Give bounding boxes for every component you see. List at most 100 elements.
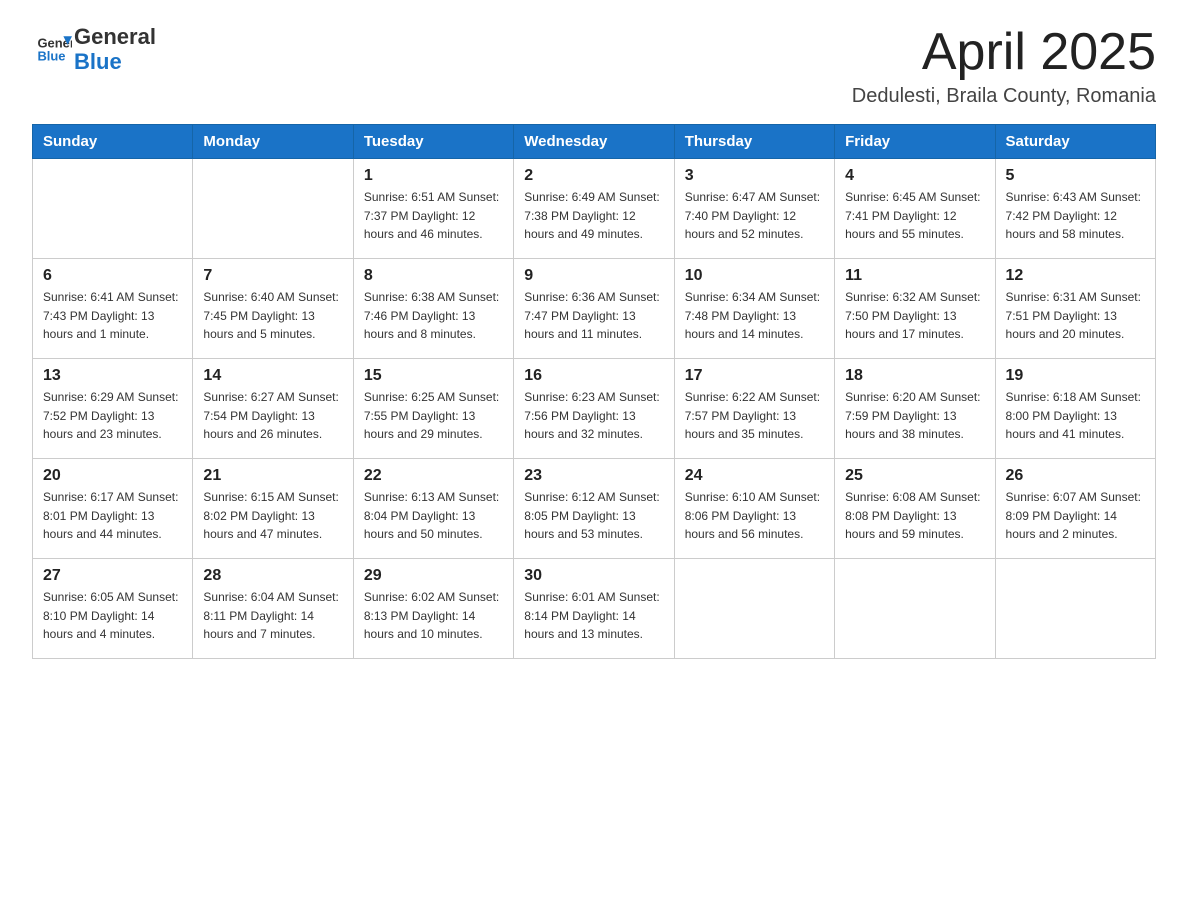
calendar-cell <box>33 159 193 259</box>
weekday-header-sunday: Sunday <box>33 125 193 159</box>
weekday-header-saturday: Saturday <box>995 125 1155 159</box>
day-info: Sunrise: 6:29 AM Sunset: 7:52 PM Dayligh… <box>43 388 182 444</box>
calendar-cell: 25 Sunrise: 6:08 AM Sunset: 8:08 PM Dayli… <box>835 459 995 559</box>
day-info: Sunrise: 6:13 AM Sunset: 8:04 PM Dayligh… <box>364 488 503 544</box>
day-number: 26 <box>1006 467 1145 485</box>
day-info: Sunrise: 6:32 AM Sunset: 7:50 PM Dayligh… <box>845 288 984 344</box>
location-subtitle: Dedulesti, Braila County, Romania <box>852 85 1156 108</box>
calendar-cell: 1 Sunrise: 6:51 AM Sunset: 7:37 PM Daylig… <box>353 159 513 259</box>
weekday-header-monday: Monday <box>193 125 353 159</box>
day-info: Sunrise: 6:04 AM Sunset: 8:11 PM Dayligh… <box>203 588 342 644</box>
day-info: Sunrise: 6:34 AM Sunset: 7:48 PM Dayligh… <box>685 288 824 344</box>
calendar-cell <box>674 559 834 659</box>
day-number: 9 <box>524 267 663 285</box>
calendar-cell: 19 Sunrise: 6:18 AM Sunset: 8:00 PM Dayli… <box>995 359 1155 459</box>
day-number: 14 <box>203 367 342 385</box>
day-info: Sunrise: 6:12 AM Sunset: 8:05 PM Dayligh… <box>524 488 663 544</box>
day-info: Sunrise: 6:07 AM Sunset: 8:09 PM Dayligh… <box>1006 488 1145 544</box>
calendar-cell: 10Sunrise: 6:34 AM Sunset: 7:48 PM Dayli… <box>674 259 834 359</box>
day-number: 8 <box>364 267 503 285</box>
calendar-cell: 30Sunrise: 6:01 AM Sunset: 8:14 PM Dayli… <box>514 559 674 659</box>
calendar-cell: 14 Sunrise: 6:27 AM Sunset: 7:54 PM Dayli… <box>193 359 353 459</box>
calendar-cell: 5 Sunrise: 6:43 AM Sunset: 7:42 PM Daylig… <box>995 159 1155 259</box>
day-info: Sunrise: 6:51 AM Sunset: 7:37 PM Dayligh… <box>364 188 503 244</box>
day-number: 12 <box>1006 267 1145 285</box>
day-info: Sunrise: 6:08 AM Sunset: 8:08 PM Dayligh… <box>845 488 984 544</box>
calendar-cell: 24Sunrise: 6:10 AM Sunset: 8:06 PM Dayli… <box>674 459 834 559</box>
week-row-5: 27Sunrise: 6:05 AM Sunset: 8:10 PM Dayli… <box>33 559 1156 659</box>
calendar-cell: 23 Sunrise: 6:12 AM Sunset: 8:05 PM Dayli… <box>514 459 674 559</box>
day-number: 3 <box>685 167 824 185</box>
title-block: April 2025 Dedulesti, Braila County, Rom… <box>852 24 1156 108</box>
day-number: 4 <box>845 167 984 185</box>
day-info: Sunrise: 6:47 AM Sunset: 7:40 PM Dayligh… <box>685 188 824 244</box>
day-number: 30 <box>524 567 663 585</box>
svg-text:Blue: Blue <box>37 48 65 63</box>
calendar-cell: 28 Sunrise: 6:04 AM Sunset: 8:11 PM Dayli… <box>193 559 353 659</box>
day-number: 5 <box>1006 167 1145 185</box>
calendar-cell: 22 Sunrise: 6:13 AM Sunset: 8:04 PM Dayli… <box>353 459 513 559</box>
day-number: 2 <box>524 167 663 185</box>
day-info: Sunrise: 6:41 AM Sunset: 7:43 PM Dayligh… <box>43 288 182 344</box>
day-info: Sunrise: 6:43 AM Sunset: 7:42 PM Dayligh… <box>1006 188 1145 244</box>
calendar-cell: 2 Sunrise: 6:49 AM Sunset: 7:38 PM Daylig… <box>514 159 674 259</box>
day-number: 17 <box>685 367 824 385</box>
day-info: Sunrise: 6:18 AM Sunset: 8:00 PM Dayligh… <box>1006 388 1145 444</box>
day-number: 13 <box>43 367 182 385</box>
day-info: Sunrise: 6:20 AM Sunset: 7:59 PM Dayligh… <box>845 388 984 444</box>
month-title: April 2025 <box>852 24 1156 81</box>
day-number: 1 <box>364 167 503 185</box>
day-info: Sunrise: 6:05 AM Sunset: 8:10 PM Dayligh… <box>43 588 182 644</box>
day-number: 21 <box>203 467 342 485</box>
calendar-table: SundayMondayTuesdayWednesdayThursdayFrid… <box>32 124 1156 659</box>
weekday-header-tuesday: Tuesday <box>353 125 513 159</box>
day-number: 25 <box>845 467 984 485</box>
calendar-cell: 20 Sunrise: 6:17 AM Sunset: 8:01 PM Dayli… <box>33 459 193 559</box>
day-number: 20 <box>43 467 182 485</box>
day-number: 6 <box>43 267 182 285</box>
day-info: Sunrise: 6:23 AM Sunset: 7:56 PM Dayligh… <box>524 388 663 444</box>
calendar-cell <box>835 559 995 659</box>
day-info: Sunrise: 6:25 AM Sunset: 7:55 PM Dayligh… <box>364 388 503 444</box>
day-number: 15 <box>364 367 503 385</box>
calendar-cell: 3 Sunrise: 6:47 AM Sunset: 7:40 PM Daylig… <box>674 159 834 259</box>
calendar-cell: 12 Sunrise: 6:31 AM Sunset: 7:51 PM Dayli… <box>995 259 1155 359</box>
day-number: 22 <box>364 467 503 485</box>
calendar-cell: 9 Sunrise: 6:36 AM Sunset: 7:47 PM Daylig… <box>514 259 674 359</box>
week-row-2: 6 Sunrise: 6:41 AM Sunset: 7:43 PM Daylig… <box>33 259 1156 359</box>
day-info: Sunrise: 6:17 AM Sunset: 8:01 PM Dayligh… <box>43 488 182 544</box>
calendar-cell: 13 Sunrise: 6:29 AM Sunset: 7:52 PM Dayli… <box>33 359 193 459</box>
day-info: Sunrise: 6:27 AM Sunset: 7:54 PM Dayligh… <box>203 388 342 444</box>
weekday-header-thursday: Thursday <box>674 125 834 159</box>
day-number: 23 <box>524 467 663 485</box>
day-info: Sunrise: 6:49 AM Sunset: 7:38 PM Dayligh… <box>524 188 663 244</box>
calendar-cell: 29 Sunrise: 6:02 AM Sunset: 8:13 PM Dayli… <box>353 559 513 659</box>
calendar-cell: 27Sunrise: 6:05 AM Sunset: 8:10 PM Dayli… <box>33 559 193 659</box>
day-info: Sunrise: 6:10 AM Sunset: 8:06 PM Dayligh… <box>685 488 824 544</box>
week-row-3: 13 Sunrise: 6:29 AM Sunset: 7:52 PM Dayli… <box>33 359 1156 459</box>
calendar-cell: 7Sunrise: 6:40 AM Sunset: 7:45 PM Daylig… <box>193 259 353 359</box>
calendar-cell: 18 Sunrise: 6:20 AM Sunset: 7:59 PM Dayli… <box>835 359 995 459</box>
logo: General Blue General Blue <box>32 24 156 75</box>
calendar-cell <box>193 159 353 259</box>
calendar-cell: 15 Sunrise: 6:25 AM Sunset: 7:55 PM Dayli… <box>353 359 513 459</box>
day-number: 16 <box>524 367 663 385</box>
calendar-cell: 16 Sunrise: 6:23 AM Sunset: 7:56 PM Dayli… <box>514 359 674 459</box>
day-info: Sunrise: 6:22 AM Sunset: 7:57 PM Dayligh… <box>685 388 824 444</box>
day-info: Sunrise: 6:31 AM Sunset: 7:51 PM Dayligh… <box>1006 288 1145 344</box>
calendar-cell: 21Sunrise: 6:15 AM Sunset: 8:02 PM Dayli… <box>193 459 353 559</box>
calendar-cell: 11 Sunrise: 6:32 AM Sunset: 7:50 PM Dayli… <box>835 259 995 359</box>
day-info: Sunrise: 6:38 AM Sunset: 7:46 PM Dayligh… <box>364 288 503 344</box>
calendar-cell: 6 Sunrise: 6:41 AM Sunset: 7:43 PM Daylig… <box>33 259 193 359</box>
day-number: 19 <box>1006 367 1145 385</box>
logo-icon: General Blue <box>36 29 72 65</box>
week-row-1: 1 Sunrise: 6:51 AM Sunset: 7:37 PM Daylig… <box>33 159 1156 259</box>
day-number: 28 <box>203 567 342 585</box>
calendar-cell: 17 Sunrise: 6:22 AM Sunset: 7:57 PM Dayli… <box>674 359 834 459</box>
day-number: 18 <box>845 367 984 385</box>
day-number: 29 <box>364 567 503 585</box>
day-number: 11 <box>845 267 984 285</box>
day-info: Sunrise: 6:02 AM Sunset: 8:13 PM Dayligh… <box>364 588 503 644</box>
day-info: Sunrise: 6:36 AM Sunset: 7:47 PM Dayligh… <box>524 288 663 344</box>
calendar-cell <box>995 559 1155 659</box>
